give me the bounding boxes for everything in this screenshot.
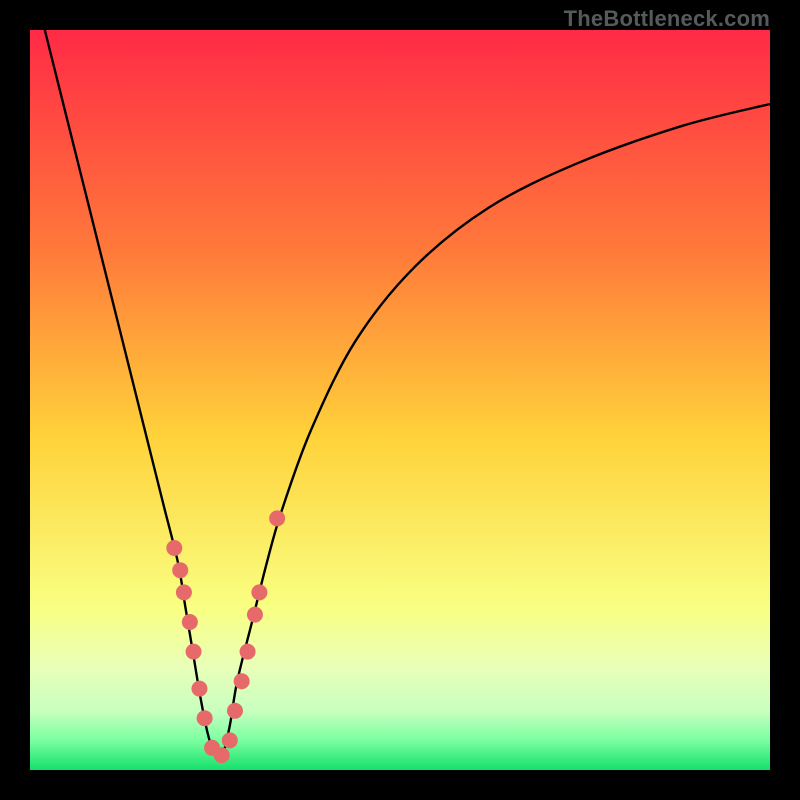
highlight-dot (197, 710, 213, 726)
highlight-dot (186, 644, 202, 660)
plot-area (30, 30, 770, 770)
highlight-dots (166, 510, 285, 763)
highlight-dot (214, 747, 230, 763)
highlight-dot (191, 681, 207, 697)
bottleneck-curve (45, 30, 770, 758)
highlight-dot (247, 607, 263, 623)
watermark-text: TheBottleneck.com (564, 6, 770, 32)
highlight-dot (172, 562, 188, 578)
chart-frame: TheBottleneck.com (0, 0, 800, 800)
highlight-dot (176, 584, 192, 600)
highlight-dot (166, 540, 182, 556)
highlight-dot (234, 673, 250, 689)
highlight-dot (269, 510, 285, 526)
highlight-dot (182, 614, 198, 630)
highlight-dot (240, 644, 256, 660)
highlight-dot (222, 732, 238, 748)
curve-layer (30, 30, 770, 770)
highlight-dot (227, 703, 243, 719)
highlight-dot (251, 584, 267, 600)
